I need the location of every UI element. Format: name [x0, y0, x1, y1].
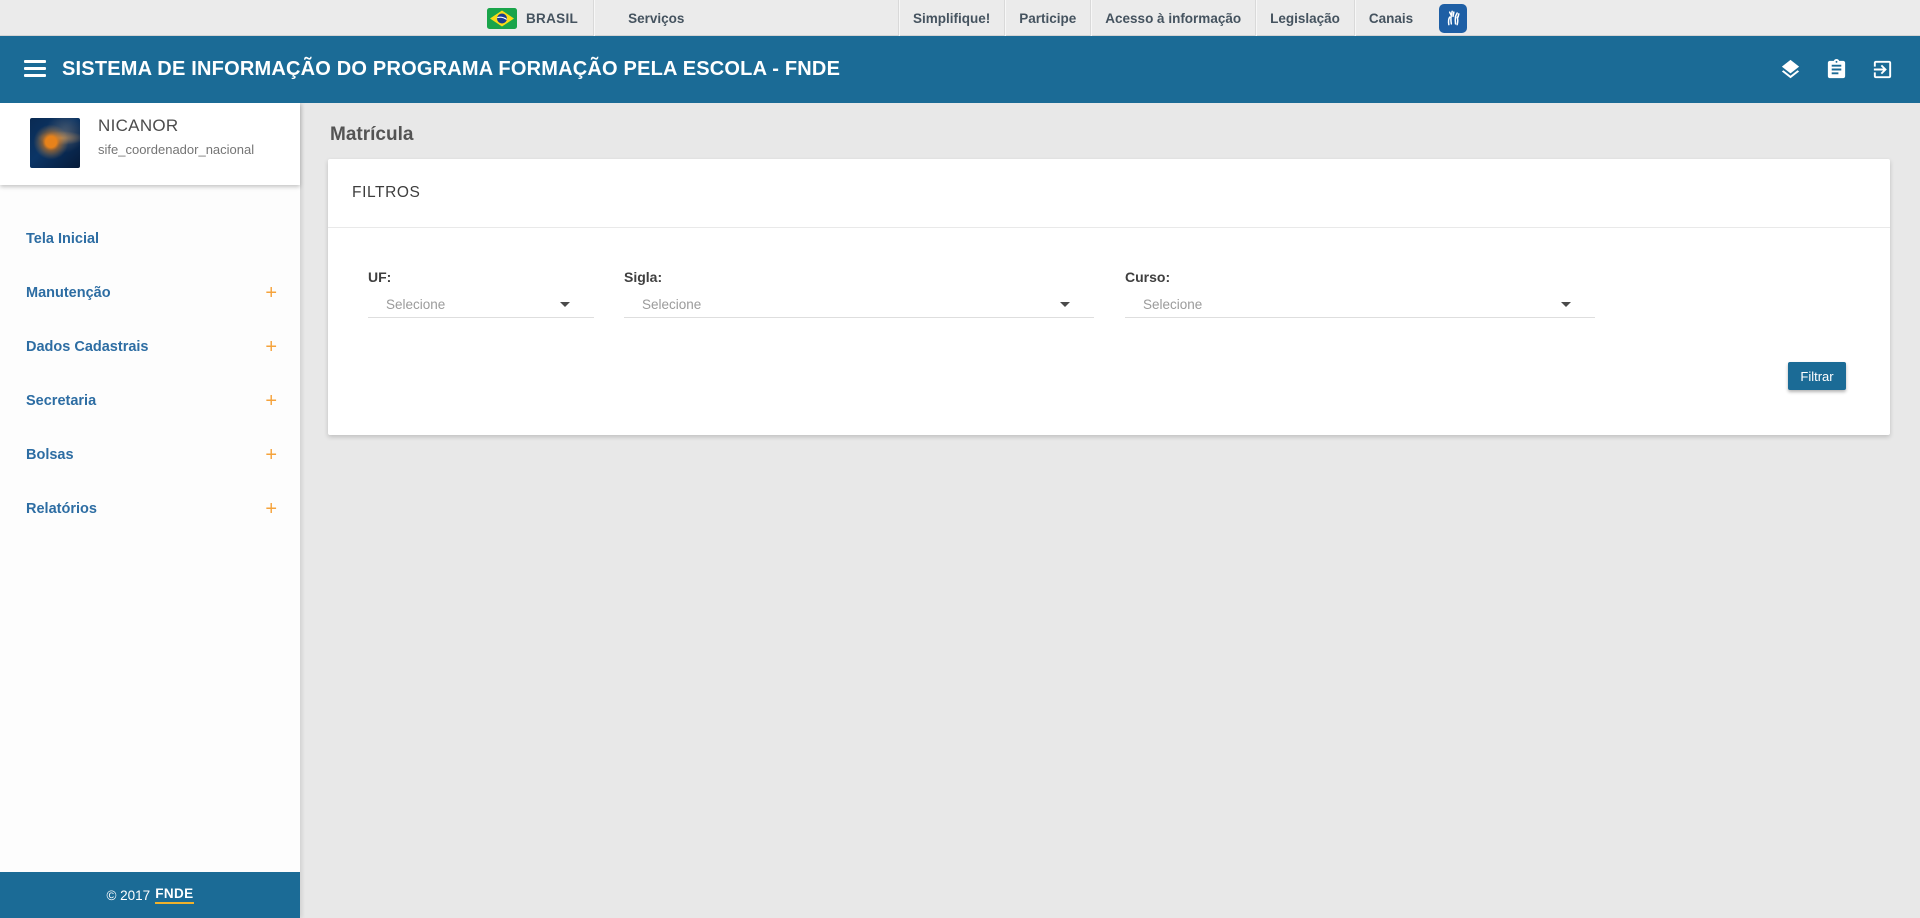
- sidebar-item-dados-cadastrais[interactable]: Dados Cadastrais +: [0, 320, 300, 374]
- expand-plus-icon[interactable]: +: [265, 283, 277, 303]
- fnde-link[interactable]: FNDE: [155, 886, 193, 904]
- field-uf: UF: Selecione: [368, 269, 594, 318]
- sidebar-menu: Tela Inicial Manutenção + Dados Cadastra…: [0, 185, 300, 536]
- assignment-icon[interactable]: [1825, 58, 1848, 81]
- page-title: Matrícula: [330, 124, 413, 146]
- avatar: [30, 118, 80, 168]
- filters-card: FILTROS UF: Selecione Sigla: Selecione C…: [328, 159, 1890, 435]
- govbar-link-acesso-informacao[interactable]: Acesso à informação: [1091, 0, 1255, 36]
- field-curso: Curso: Selecione: [1125, 269, 1595, 318]
- field-sigla: Sigla: Selecione: [624, 269, 1094, 318]
- govbar-left-group: BRASIL Serviços: [487, 0, 698, 36]
- uf-select[interactable]: Selecione: [368, 291, 594, 318]
- user-name: NICANOR: [98, 116, 179, 136]
- filters-title: FILTROS: [352, 184, 421, 202]
- govbar-link-simplifique[interactable]: Simplifique!: [899, 0, 1004, 36]
- chevron-down-icon: [1561, 302, 1571, 307]
- govbar-link-canais[interactable]: Canais: [1355, 0, 1427, 36]
- sigla-select[interactable]: Selecione: [624, 291, 1094, 318]
- menu-icon[interactable]: [24, 60, 46, 78]
- govbar-link-servicos[interactable]: Serviços: [614, 0, 698, 36]
- logout-icon[interactable]: [1871, 58, 1894, 81]
- sidebar-item-manutencao[interactable]: Manutenção +: [0, 266, 300, 320]
- filters-card-header: FILTROS: [328, 159, 1890, 228]
- expand-plus-icon[interactable]: +: [265, 337, 277, 357]
- curso-label: Curso:: [1125, 269, 1595, 285]
- filtrar-button[interactable]: Filtrar: [1788, 362, 1846, 390]
- expand-plus-icon[interactable]: +: [265, 445, 277, 465]
- uf-label: UF:: [368, 269, 594, 285]
- brasil-link[interactable]: BRASIL: [526, 11, 578, 26]
- government-bar: BRASIL Serviços Simplifique! Participe A…: [0, 0, 1920, 36]
- govbar-right-group: Simplifique! Participe Acesso à informaç…: [898, 0, 1467, 36]
- copyright-text: © 2017: [106, 888, 150, 903]
- expand-plus-icon[interactable]: +: [265, 499, 277, 519]
- sidebar-item-secretaria[interactable]: Secretaria +: [0, 374, 300, 428]
- vlibras-accessibility-icon[interactable]: [1439, 4, 1467, 33]
- chevron-down-icon: [1060, 302, 1070, 307]
- main-content: Matrícula FILTROS UF: Selecione Sigla: S…: [300, 103, 1920, 918]
- layers-icon[interactable]: [1779, 58, 1802, 81]
- govbar-separator: [593, 0, 594, 36]
- govbar-link-legislacao[interactable]: Legislação: [1256, 0, 1354, 36]
- user-role: sife_coordenador_nacional: [98, 142, 254, 157]
- user-card: NICANOR sife_coordenador_nacional: [0, 103, 300, 185]
- sidebar-footer: © 2017 FNDE: [0, 872, 300, 918]
- sidebar: NICANOR sife_coordenador_nacional Tela I…: [0, 103, 300, 918]
- app-title: SISTEMA DE INFORMAÇÃO DO PROGRAMA FORMAÇ…: [62, 36, 840, 103]
- chevron-down-icon: [560, 302, 570, 307]
- header-icon-group: [1779, 36, 1894, 103]
- app-header: SISTEMA DE INFORMAÇÃO DO PROGRAMA FORMAÇ…: [0, 36, 1920, 103]
- curso-select[interactable]: Selecione: [1125, 291, 1595, 318]
- sigla-label: Sigla:: [624, 269, 1094, 285]
- expand-plus-icon[interactable]: +: [265, 391, 277, 411]
- sidebar-item-tela-inicial[interactable]: Tela Inicial: [0, 212, 300, 266]
- sidebar-item-bolsas[interactable]: Bolsas +: [0, 428, 300, 482]
- brazil-flag-icon: [487, 8, 517, 29]
- govbar-link-participe[interactable]: Participe: [1005, 0, 1090, 36]
- sidebar-item-relatorios[interactable]: Relatórios +: [0, 482, 300, 536]
